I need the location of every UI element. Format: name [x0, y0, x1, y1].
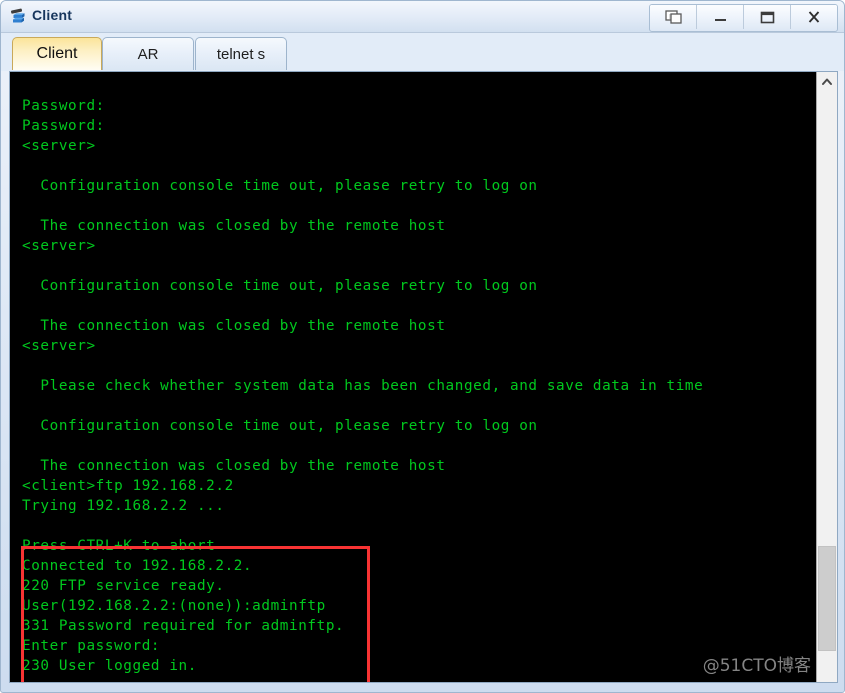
client-window: Client Client AR telnet s Password: Pass…: [0, 0, 845, 693]
maximize-icon: [760, 11, 775, 24]
terminal-output[interactable]: Password: Password: <server> Configuration…: [10, 72, 816, 682]
scrollbar-thumb[interactable]: [818, 546, 836, 651]
terminal-lines: Password: Password: <server> Configuration…: [22, 96, 703, 676]
terminal-line: Configuration console time out, please r…: [22, 418, 538, 434]
terminal-line: 331 Password required for adminftp.: [22, 618, 345, 634]
terminal-line: The connection was closed by the remote …: [22, 218, 446, 234]
tab-label: AR: [137, 45, 159, 63]
close-button[interactable]: [791, 5, 837, 29]
terminal-line: <server>: [22, 238, 96, 254]
tab-label: telnet s: [216, 45, 266, 63]
tab-telnet-s[interactable]: telnet s: [195, 37, 287, 70]
scroll-up-button[interactable]: [817, 72, 837, 92]
network-device-icon: [9, 7, 29, 27]
minimize-icon: [715, 19, 726, 21]
terminal-line: User(192.168.2.2:(none)):adminftp: [22, 598, 326, 614]
terminal-scrollbar[interactable]: [816, 72, 837, 682]
tab-label: Client: [36, 45, 78, 62]
terminal-line: The connection was closed by the remote …: [22, 318, 446, 334]
tab-strip: Client AR telnet s: [1, 33, 844, 71]
terminal-line: 220 FTP service ready.: [22, 578, 225, 594]
restore-button[interactable]: [650, 5, 697, 29]
terminal-line: Configuration console time out, please r…: [22, 178, 538, 194]
tab-client[interactable]: Client: [12, 37, 102, 70]
window-title: Client: [32, 7, 73, 23]
close-icon: [808, 11, 820, 23]
maximize-button[interactable]: [744, 5, 791, 29]
terminal-line: 230 User logged in.: [22, 658, 197, 674]
terminal-line: The connection was closed by the remote …: [22, 458, 446, 474]
terminal-line: <client>ftp 192.168.2.2: [22, 478, 234, 494]
minimize-button[interactable]: [697, 5, 744, 29]
terminal-panel: Password: Password: <server> Configuration…: [9, 71, 838, 683]
window-controls: [649, 4, 838, 32]
terminal-line: Please check whether system data has bee…: [22, 378, 704, 394]
terminal-line: Connected to 192.168.2.2.: [22, 558, 253, 574]
terminal-line: <server>: [22, 338, 96, 354]
terminal-line: <server>: [22, 138, 96, 154]
terminal-line: Trying 192.168.2.2 ...: [22, 498, 225, 514]
terminal-line: Press CTRL+K to abort: [22, 538, 216, 554]
title-bar: Client: [1, 1, 844, 33]
watermark: @51CTO博客: [702, 656, 811, 676]
terminal-line: Password:: [22, 98, 105, 114]
terminal-line: Configuration console time out, please r…: [22, 278, 538, 294]
tab-ar[interactable]: AR: [102, 37, 194, 70]
chevron-up-icon: [822, 78, 832, 85]
terminal-line: Password:: [22, 118, 105, 134]
terminal-line: Enter password:: [22, 638, 161, 654]
restore-icon: [665, 10, 682, 24]
